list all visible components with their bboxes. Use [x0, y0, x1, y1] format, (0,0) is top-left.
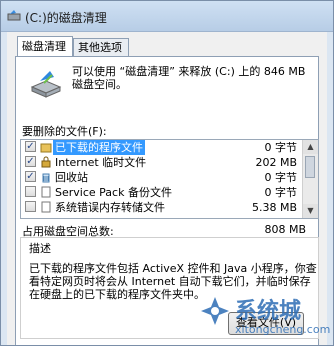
watermark-text: 系统城 [235, 299, 302, 324]
tab-more-options[interactable]: 其他选项 [73, 38, 129, 56]
file-name: 回收站 [55, 171, 88, 184]
scroll-thumb[interactable] [305, 156, 315, 178]
file-size: 0 字节 [264, 141, 298, 154]
file-size: 202 MB [255, 156, 297, 169]
document-icon [41, 201, 51, 213]
list-scrollbar[interactable]: ▲ ▼ [302, 140, 318, 218]
folder-icon [40, 143, 52, 153]
intro-text: 可以使用 “磁盘清理” 来释放 (C:) 上的 846 MB 磁盘空间。 [72, 65, 306, 91]
list-item[interactable]: ✓ 回收站 0 字节 [21, 170, 301, 185]
disk-cleanup-window: (C:)的磁盘清理 磁盘清理 其他选项 可以使用 “磁盘清理” 来释放 (C:)… [0, 0, 334, 346]
checkbox-checked[interactable]: ✓ [25, 156, 36, 167]
scroll-down-icon[interactable]: ▼ [303, 204, 318, 218]
list-item[interactable]: ✓ 已下载的程序文件 0 字节 [21, 140, 301, 155]
window-title: (C:)的磁盘清理 [25, 11, 107, 25]
checkbox-checked[interactable]: ✓ [25, 171, 36, 182]
disk-cleanup-icon [7, 10, 21, 21]
watermark-logo-icon [201, 297, 229, 325]
checkbox-checked[interactable]: ✓ [25, 141, 36, 152]
file-size: 0 字节 [264, 171, 298, 184]
watermark-url: xitongcheng.com [235, 323, 331, 336]
description-title: 描述 [27, 240, 53, 256]
list-item[interactable]: ✓ Internet 临时文件 202 MB [21, 155, 301, 170]
file-size: 5.38 MB [251, 201, 297, 214]
files-list[interactable]: ✓ 已下载的程序文件 0 字节 ✓ Internet 临时文件 202 MB ✓… [20, 139, 319, 219]
file-name: 系统错误内存转储文件 [55, 201, 165, 214]
title-bar[interactable]: (C:)的磁盘清理 [1, 1, 333, 32]
files-to-delete-label: 要删除的文件(F): [22, 125, 107, 138]
list-item[interactable]: 系统错误内存转储文件 5.38 MB [21, 200, 301, 215]
file-name: 已下载的程序文件 [53, 140, 145, 155]
watermark: 系统城 xitongcheng.com [195, 291, 334, 347]
checkbox-unchecked[interactable] [25, 186, 36, 197]
checkbox-unchecked[interactable] [25, 201, 36, 212]
list-item[interactable]: Service Pack 备份文件 0 字节 [21, 185, 301, 200]
file-name: Service Pack 备份文件 [55, 186, 172, 199]
lock-icon [41, 156, 51, 168]
file-size: 0 字节 [264, 186, 298, 199]
tab-disk-cleanup[interactable]: 磁盘清理 [17, 36, 73, 56]
disk-cleanup-large-icon [30, 71, 62, 98]
file-name: Internet 临时文件 [55, 156, 147, 169]
document-icon [41, 186, 51, 198]
total-space-value: 808 MB [264, 223, 306, 236]
scroll-up-icon[interactable]: ▲ [303, 140, 318, 154]
recycle-bin-icon [42, 173, 50, 183]
